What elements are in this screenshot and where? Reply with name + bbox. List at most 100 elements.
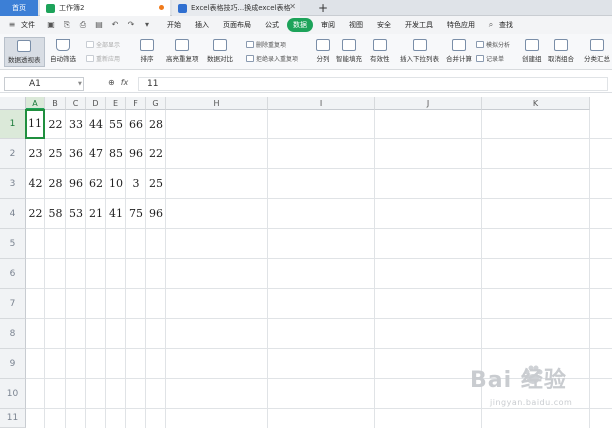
column-header-e[interactable]: E bbox=[106, 97, 126, 110]
row-header-2[interactable]: 2 bbox=[0, 139, 26, 169]
column-header-f[interactable]: F bbox=[126, 97, 146, 110]
menu-security[interactable]: 安全 bbox=[371, 18, 397, 32]
print-icon[interactable]: ⎙ bbox=[77, 20, 89, 30]
save-icon[interactable]: ▣ bbox=[45, 20, 57, 30]
cell-c1[interactable]: 33 bbox=[66, 110, 86, 139]
cell-g3[interactable]: 25 bbox=[146, 169, 166, 199]
select-all-corner[interactable] bbox=[0, 97, 26, 110]
cell-e2[interactable]: 85 bbox=[106, 139, 126, 169]
validity-button[interactable]: 有效性 bbox=[370, 39, 390, 63]
consolidate-button[interactable]: 合并计算 bbox=[446, 39, 472, 63]
cell-f1[interactable]: 66 bbox=[126, 110, 146, 139]
cell-g2[interactable]: 22 bbox=[146, 139, 166, 169]
cell-f3[interactable]: 3 bbox=[126, 169, 146, 199]
autofilter-button[interactable]: 自动筛选 bbox=[50, 39, 76, 63]
cell-g4[interactable]: 96 bbox=[146, 199, 166, 229]
cell-b3[interactable]: 28 bbox=[45, 169, 66, 199]
reject-duplicates-button[interactable]: 拒绝录入重复项 bbox=[246, 54, 298, 63]
row-header-1[interactable]: 1 bbox=[0, 110, 26, 139]
tab-workbook[interactable]: 工作簿2 bbox=[40, 0, 170, 16]
smart-fill-button[interactable]: 智能填充 bbox=[336, 39, 362, 63]
menu-review[interactable]: 审阅 bbox=[315, 18, 341, 32]
zoom-icon[interactable]: ⊕ bbox=[108, 78, 115, 87]
tab-document[interactable]: Excel表格技巧...换成excel表格 ✕ bbox=[172, 0, 300, 16]
cell-d3[interactable]: 62 bbox=[86, 169, 106, 199]
cell-d1[interactable]: 44 bbox=[86, 110, 106, 139]
menu-view[interactable]: 视图 bbox=[343, 18, 369, 32]
cell-b1[interactable]: 22 bbox=[45, 110, 66, 139]
hamburger-icon[interactable]: ≡ bbox=[6, 20, 18, 30]
chevron-down-icon[interactable]: ▼ bbox=[78, 81, 82, 87]
highlight-duplicates-button[interactable]: 高亮重复项 bbox=[166, 39, 199, 63]
print-preview-icon[interactable]: ▤ bbox=[93, 20, 105, 30]
cell-e4[interactable]: 41 bbox=[106, 199, 126, 229]
column-header-i[interactable]: I bbox=[268, 97, 375, 110]
menu-data[interactable]: 数据 bbox=[287, 18, 313, 32]
column-header-j[interactable]: J bbox=[375, 97, 482, 110]
menu-file[interactable]: 文件 bbox=[20, 18, 41, 32]
formula-input[interactable]: 11 bbox=[138, 77, 608, 91]
search-icon[interactable]: ⌕ bbox=[485, 20, 497, 30]
menu-search[interactable]: 查找 bbox=[499, 18, 519, 32]
cell-c2[interactable]: 36 bbox=[66, 139, 86, 169]
row-header-3[interactable]: 3 bbox=[0, 169, 26, 199]
row-header-5[interactable]: 5 bbox=[0, 229, 26, 259]
data-compare-button[interactable]: 数据对比 bbox=[207, 39, 233, 63]
row-header-10[interactable]: 10 bbox=[0, 379, 26, 409]
column-header-h[interactable]: H bbox=[166, 97, 268, 110]
column-header-g[interactable]: G bbox=[146, 97, 166, 110]
new-tab-icon[interactable]: + bbox=[318, 0, 328, 16]
split-button[interactable]: 分列 bbox=[316, 39, 330, 63]
cell-f4[interactable]: 75 bbox=[126, 199, 146, 229]
close-icon[interactable]: ✕ bbox=[289, 2, 296, 11]
insert-dropdown-button[interactable]: 插入下拉列表 bbox=[400, 39, 439, 63]
record-button[interactable]: 记录单 bbox=[476, 54, 504, 63]
remove-duplicates-button[interactable]: 删除重复项 bbox=[246, 40, 286, 49]
undo-icon[interactable]: ↶ bbox=[109, 20, 121, 30]
pivot-table-button[interactable]: 数据透视表 bbox=[4, 37, 45, 67]
cell-c3[interactable]: 96 bbox=[66, 169, 86, 199]
cell-d2[interactable]: 47 bbox=[86, 139, 106, 169]
menu-developer[interactable]: 开发工具 bbox=[399, 18, 439, 32]
cell-e1[interactable]: 55 bbox=[106, 110, 126, 139]
menu-formula[interactable]: 公式 bbox=[259, 18, 285, 32]
tab-home[interactable]: 首页 bbox=[0, 0, 38, 16]
row-header-4[interactable]: 4 bbox=[0, 199, 26, 229]
cell-g1[interactable]: 28 bbox=[146, 110, 166, 139]
reapply-button[interactable]: 重新应用 bbox=[86, 54, 120, 63]
cell-a2[interactable]: 23 bbox=[26, 139, 45, 169]
cell-b4[interactable]: 58 bbox=[45, 199, 66, 229]
cell-a3[interactable]: 42 bbox=[26, 169, 45, 199]
cell-f2[interactable]: 96 bbox=[126, 139, 146, 169]
column-header-c[interactable]: C bbox=[66, 97, 86, 110]
fx-icon[interactable]: fx bbox=[121, 78, 129, 87]
chevron-down-icon[interactable]: ▾ bbox=[141, 20, 153, 30]
row-header-8[interactable]: 8 bbox=[0, 319, 26, 349]
row-header-7[interactable]: 7 bbox=[0, 289, 26, 319]
simulation-button[interactable]: 模拟分析 bbox=[476, 40, 510, 49]
ungroup-button[interactable]: 取消组合 bbox=[548, 39, 574, 63]
menu-start[interactable]: 开始 bbox=[161, 18, 187, 32]
menu-insert[interactable]: 插入 bbox=[189, 18, 215, 32]
row-header-11[interactable]: 11 bbox=[0, 409, 26, 428]
name-box[interactable]: A1 bbox=[4, 77, 84, 91]
cell-e3[interactable]: 10 bbox=[106, 169, 126, 199]
cell-a4[interactable]: 22 bbox=[26, 199, 45, 229]
subtotal-button[interactable]: 分类汇总 bbox=[584, 39, 610, 63]
column-header-d[interactable]: D bbox=[86, 97, 106, 110]
row-header-6[interactable]: 6 bbox=[0, 259, 26, 289]
column-header-b[interactable]: B bbox=[45, 97, 66, 110]
cell-b2[interactable]: 25 bbox=[45, 139, 66, 169]
create-group-button[interactable]: 创建组 bbox=[522, 39, 542, 63]
cell-d4[interactable]: 21 bbox=[86, 199, 106, 229]
menu-special[interactable]: 特色应用 bbox=[441, 18, 481, 32]
column-header-k[interactable]: K bbox=[482, 97, 590, 110]
redo-icon[interactable]: ↷ bbox=[125, 20, 137, 30]
save-as-icon[interactable]: ⎘ bbox=[61, 20, 73, 30]
menu-page-layout[interactable]: 页面布局 bbox=[217, 18, 257, 32]
cell-c4[interactable]: 53 bbox=[66, 199, 86, 229]
sort-button[interactable]: 排序 bbox=[140, 39, 154, 63]
cell-a1[interactable]: 11 bbox=[25, 109, 45, 139]
show-all-button[interactable]: 全部显示 bbox=[86, 40, 120, 49]
row-header-9[interactable]: 9 bbox=[0, 349, 26, 379]
